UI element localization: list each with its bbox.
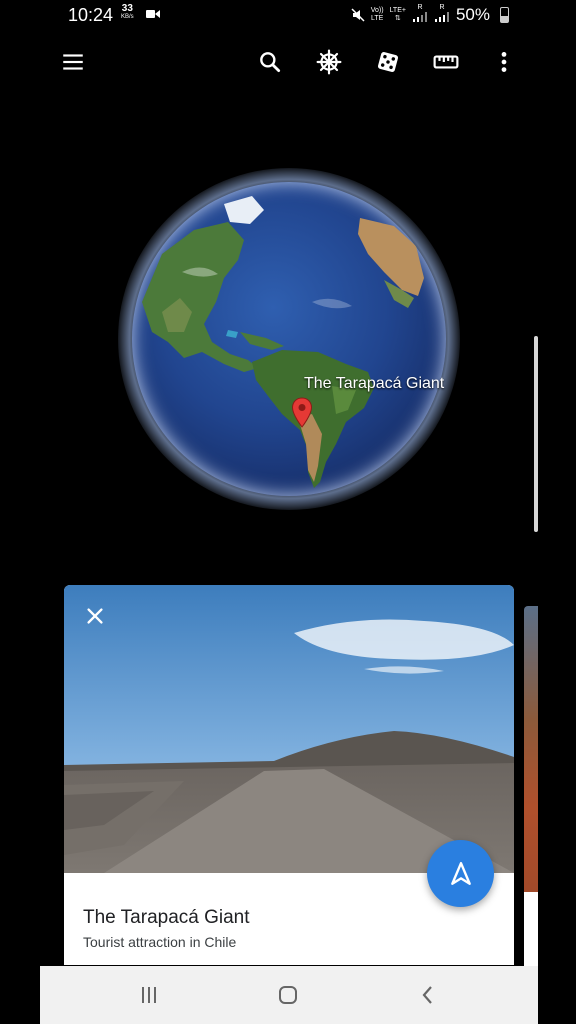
continents-graphic [142,196,424,488]
system-nav-bar [40,966,538,1024]
menu-icon [63,54,83,70]
next-card-preview[interactable] [524,606,538,892]
location-pin-icon[interactable] [291,397,313,429]
back-icon [422,986,432,1004]
data-speed-unit: KB/s [121,14,134,20]
battery-percent: 50% [455,4,490,24]
battery-icon [500,7,509,23]
signal-bars-icon [434,12,449,22]
ruler-icon [433,55,459,69]
fly-to-button[interactable] [427,840,494,907]
search-button[interactable] [248,40,292,84]
status-right-group: Vo)) LTE LTE+ ⇅ R R 50% [351,4,510,25]
close-icon [87,608,103,624]
close-button[interactable] [80,601,110,631]
lte-plus-indicator: LTE+ ⇅ [390,7,406,23]
search-icon [260,52,281,73]
earth-globe[interactable] [118,168,460,510]
mute-icon [351,7,365,22]
voyager-button[interactable] [307,40,351,84]
globe-surface [132,182,446,496]
place-photo [64,585,514,873]
data-arrows-icon: ⇅ [394,14,401,22]
status-bar: 10:24 33 KB/s Vo)) LTE LTE+ ⇅ R R 50% [0,0,576,30]
roaming-label-2: R [439,4,445,11]
place-card[interactable]: The Tarapacá Giant Tourist attraction in… [64,585,514,965]
voyager-wheel-icon [316,49,342,75]
place-label[interactable]: The Tarapacá Giant [304,375,444,393]
more-options-button[interactable] [482,40,526,84]
feeling-lucky-button[interactable] [366,40,410,84]
menu-button[interactable] [51,40,95,84]
home-icon [279,986,297,1004]
lte-label: LTE [370,14,384,22]
roaming-label-1: R [417,4,423,11]
signal-1: R [412,4,428,25]
data-speed-indicator: 33 KB/s [121,4,134,22]
measure-button[interactable] [424,40,468,84]
volte-indicator: Vo)) LTE [371,7,384,23]
next-card-preview-footer[interactable] [524,892,538,966]
dice-icon [377,51,399,73]
lte-plus-label: LTE+ [389,6,406,14]
toolbar [0,40,576,86]
recents-icon [142,987,156,1003]
place-title: The Tarapacá Giant [83,907,250,928]
scrollbar[interactable] [534,336,538,532]
signal-bars-icon [412,12,427,22]
video-camera-icon [146,10,160,18]
volte-label: Vo)) [370,6,384,14]
navigation-arrow-icon [450,861,471,885]
recents-button[interactable] [131,978,167,1012]
home-button[interactable] [270,978,306,1012]
back-button[interactable] [410,978,446,1012]
place-subtitle: Tourist attraction in Chile [83,934,237,950]
status-time: 10:24 [68,5,114,25]
more-vert-icon [501,52,507,72]
signal-2: R [434,4,450,25]
